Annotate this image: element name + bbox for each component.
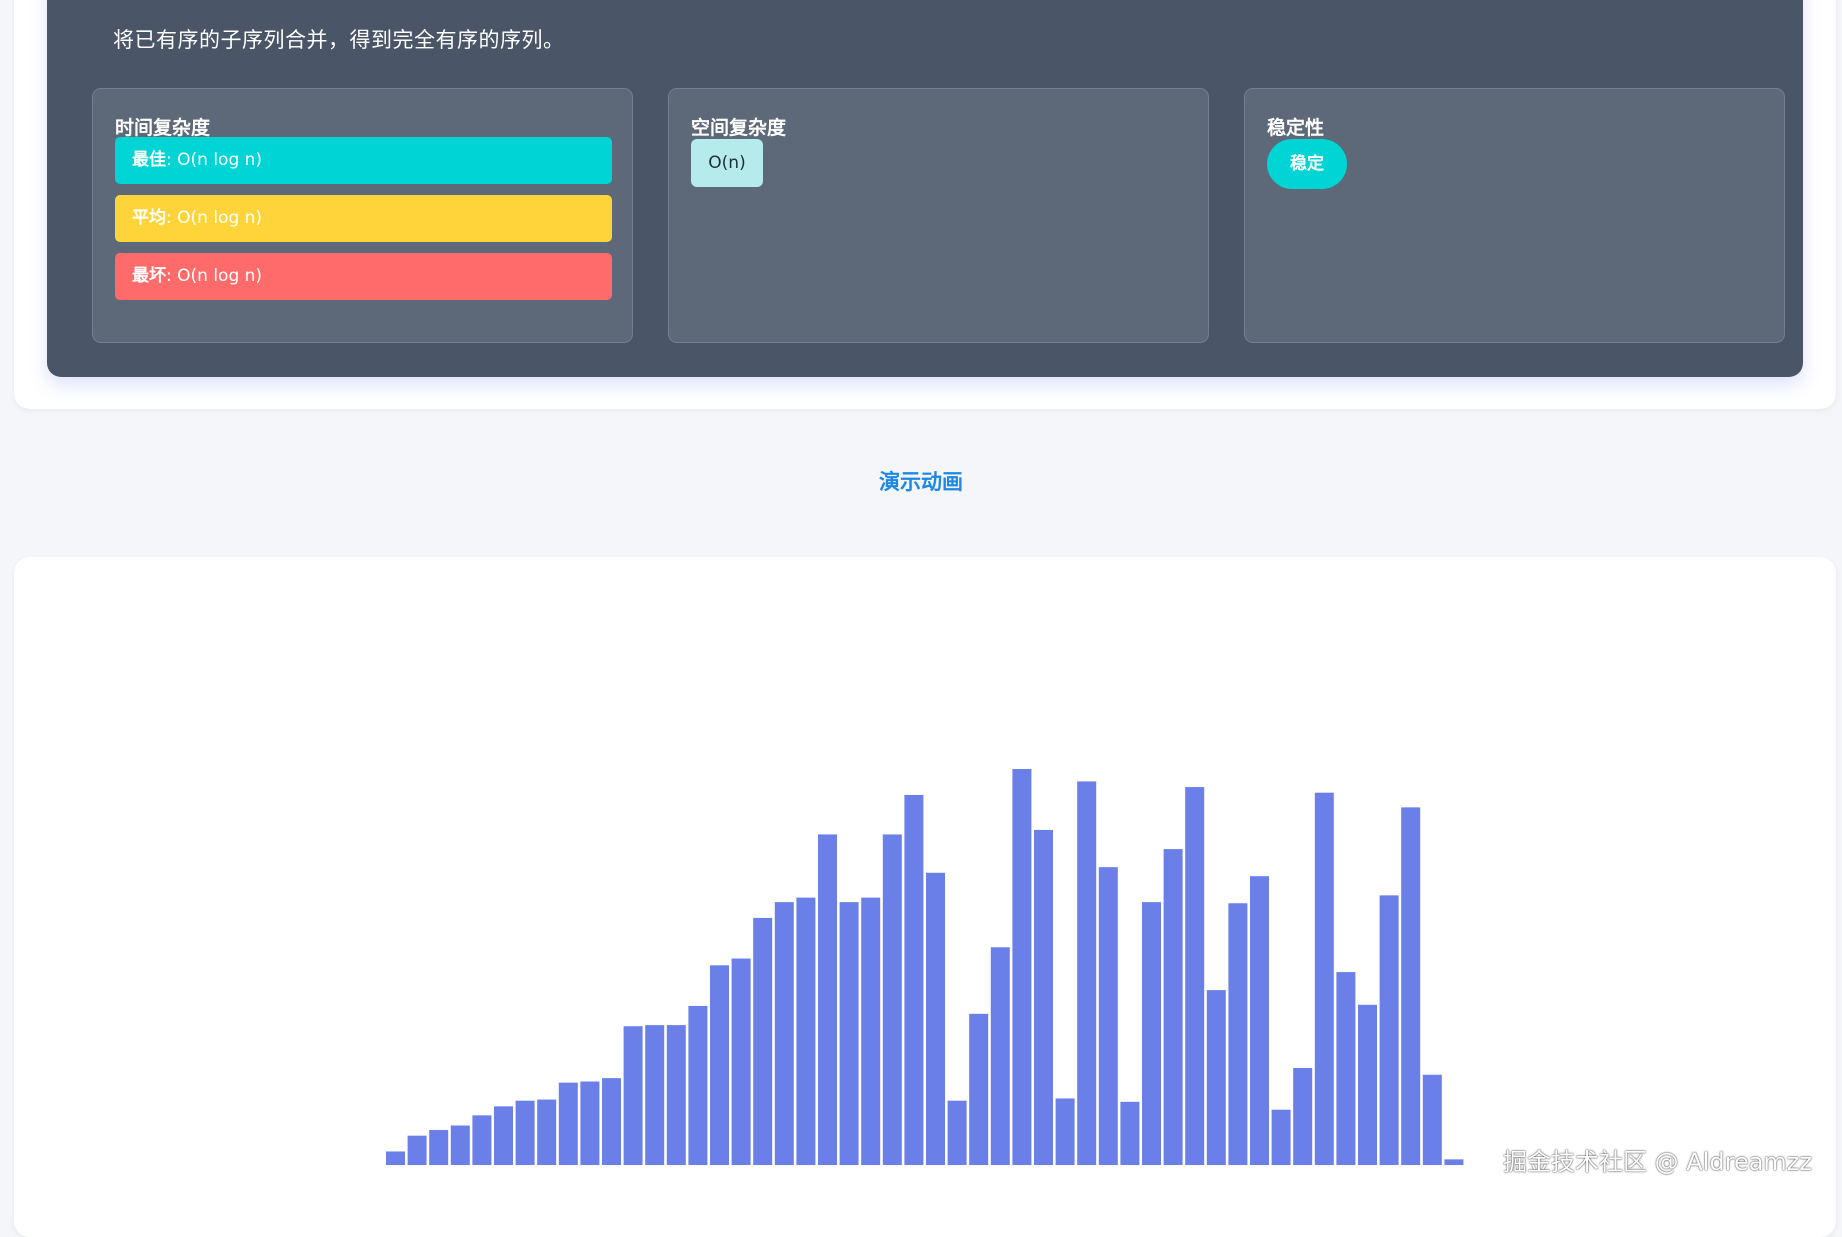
bar-49 [1422, 1074, 1442, 1165]
bar-21 [818, 834, 837, 1165]
bar-34 [1098, 867, 1118, 1165]
bar-18 [753, 917, 773, 1165]
bar-11 [602, 1078, 621, 1165]
bar-28 [969, 1013, 989, 1165]
bar-43 [1293, 1067, 1313, 1165]
bar-25 [904, 794, 924, 1165]
bar-16 [710, 965, 729, 1165]
algorithm-info-panel: 将已有序的子序列合并，得到完全有序的序列。 时间复杂度 最佳: O(n log … [47, 0, 1803, 377]
best-case-label: 最佳 [132, 150, 166, 170]
stability-badge: 稳定 [1267, 139, 1347, 189]
bar-13 [645, 1025, 665, 1165]
bar-10 [580, 1081, 600, 1165]
best-case-row: 最佳: O(n log n) [115, 137, 612, 184]
demo-animation-link[interactable]: 演示动画 [0, 466, 1842, 496]
bar-35 [1120, 1101, 1140, 1165]
bar-36 [1142, 902, 1161, 1165]
bar-46 [1358, 1004, 1377, 1165]
bar-48 [1401, 807, 1421, 1165]
average-case-value: O(n log n) [177, 208, 263, 228]
bar-8 [537, 1099, 557, 1165]
worst-case-row: 最坏: O(n log n) [115, 253, 612, 300]
sort-bar-chart [386, 769, 1464, 1165]
time-complexity-box: 时间复杂度 最佳: O(n log n) 平均: O(n log n) 最坏: … [92, 88, 633, 343]
bar-19 [774, 902, 794, 1165]
bar-4 [450, 1125, 470, 1165]
bar-2 [407, 1135, 427, 1165]
bar-27 [947, 1100, 967, 1165]
bar-24 [882, 834, 902, 1165]
bar-37 [1163, 849, 1183, 1165]
bar-45 [1336, 972, 1356, 1165]
watermark: 掘金技术社区 @ Aldreamzz [1503, 1148, 1812, 1176]
average-case-row: 平均: O(n log n) [115, 195, 612, 242]
bar-31 [1034, 829, 1053, 1165]
bar-1 [386, 1151, 405, 1165]
bar-14 [666, 1025, 686, 1165]
bar-26 [926, 872, 945, 1165]
worst-case-label: 最坏 [132, 266, 166, 286]
bar-41 [1250, 876, 1269, 1165]
best-case-value: O(n log n) [177, 150, 263, 170]
bar-20 [796, 897, 816, 1165]
bar-33 [1077, 781, 1097, 1165]
bar-23 [861, 897, 881, 1165]
bar-12 [623, 1026, 643, 1165]
space-complexity-title: 空间复杂度 [691, 117, 787, 139]
bar-15 [688, 1005, 708, 1165]
bar-32 [1055, 1098, 1075, 1165]
average-case-label: 平均 [132, 208, 166, 228]
bar-44 [1314, 792, 1334, 1165]
algorithm-description: 将已有序的子序列合并，得到完全有序的序列。 [113, 28, 565, 52]
bar-22 [839, 902, 859, 1165]
bar-47 [1379, 895, 1399, 1165]
time-complexity-title: 时间复杂度 [115, 117, 211, 139]
bar-50 [1444, 1159, 1464, 1165]
bar-29 [990, 947, 1010, 1165]
bar-40 [1228, 903, 1248, 1165]
space-complexity-box: 空间复杂度 O(n) [668, 88, 1209, 343]
bar-3 [429, 1130, 449, 1165]
bar-7 [515, 1100, 535, 1165]
bar-38 [1185, 787, 1205, 1165]
sort-visualization-card [14, 557, 1836, 1237]
stability-title: 稳定性 [1267, 117, 1325, 139]
stability-box: 稳定性 稳定 [1244, 88, 1785, 343]
bar-5 [472, 1115, 492, 1165]
bar-39 [1206, 990, 1226, 1165]
algorithm-info-card: 将已有序的子序列合并，得到完全有序的序列。 时间复杂度 最佳: O(n log … [14, 0, 1836, 409]
space-complexity-badge: O(n) [691, 139, 763, 187]
worst-case-value: O(n log n) [177, 266, 263, 286]
bar-6 [494, 1106, 513, 1165]
bar-42 [1271, 1109, 1291, 1165]
bar-30 [1012, 769, 1032, 1165]
bar-9 [558, 1082, 578, 1165]
bar-17 [731, 958, 751, 1165]
